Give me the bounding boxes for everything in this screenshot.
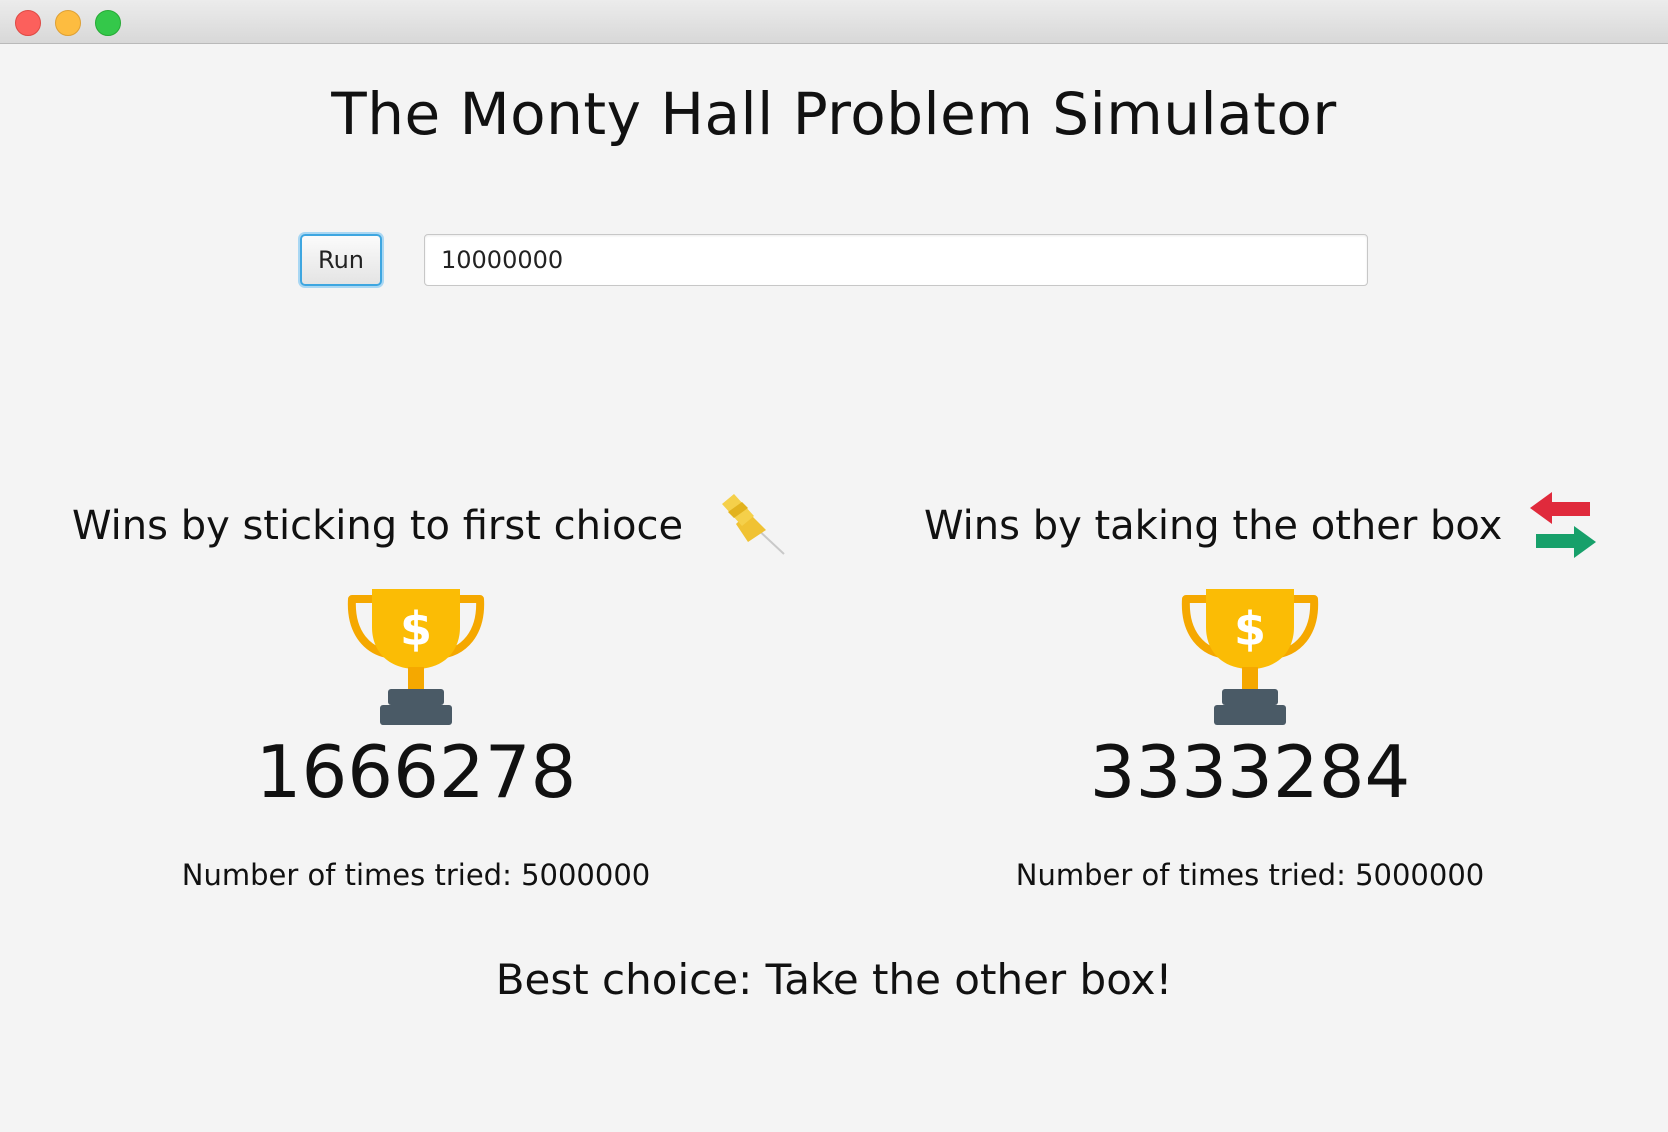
svg-text:$: $ [400,602,432,656]
stick-wins-count: 1666278 [255,730,577,814]
minimize-window-button[interactable] [55,10,81,36]
svg-text:$: $ [1234,602,1266,656]
switch-wins-count: 3333284 [1089,730,1411,814]
stick-tries-label: Number of times tried: 5000000 [181,858,651,892]
maximize-window-button[interactable] [95,10,121,36]
title-bar [0,0,1668,44]
trophy-icon: $ [347,589,485,725]
swap-arrows-icon [1530,492,1596,558]
iterations-input[interactable] [424,234,1368,286]
switch-tries-label: Number of times tried: 5000000 [1015,858,1485,892]
app-window: The Monty Hall Problem Simulator Run Win… [0,0,1668,1132]
page-title: The Monty Hall Problem Simulator [331,80,1337,148]
run-button[interactable]: Run [300,234,382,286]
stick-wins-heading: Wins by sticking to first chioce [72,503,684,549]
switch-wins-heading: Wins by taking the other box [924,503,1503,549]
trophy-icon: $ [1181,589,1319,725]
close-window-button[interactable] [15,10,41,36]
pushpin-icon [722,494,785,555]
best-choice-result: Best choice: Take the other box! [495,955,1173,1004]
